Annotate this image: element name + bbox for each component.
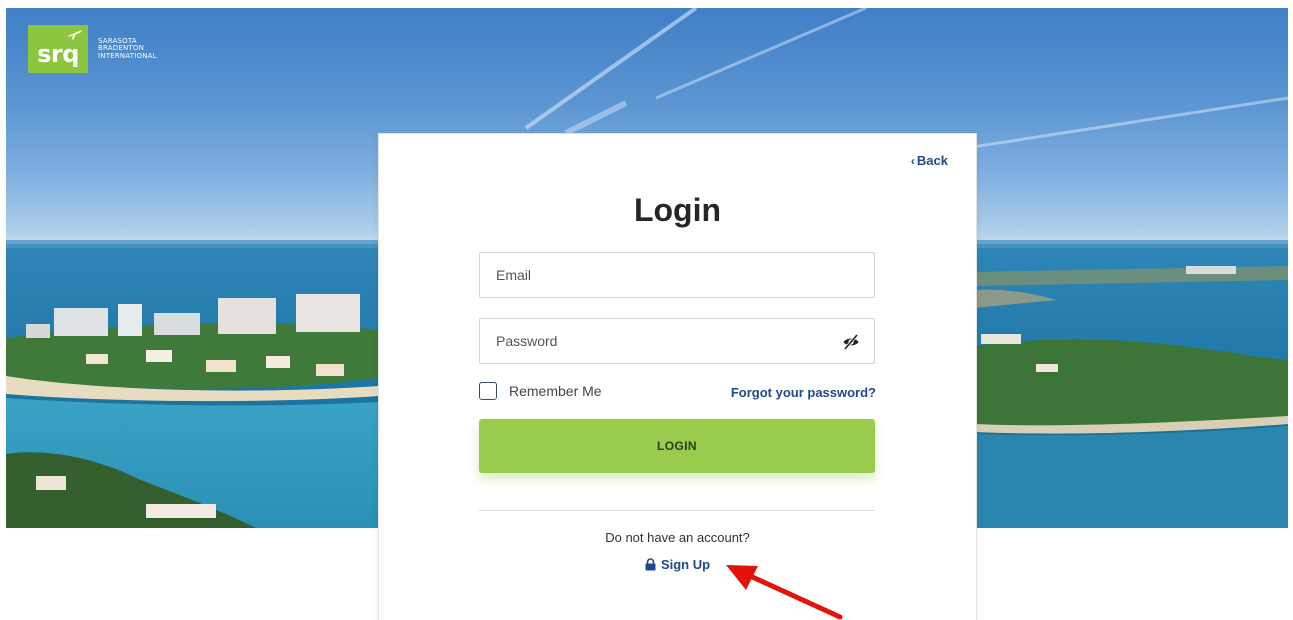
page: srq SARASOTA BRADENTON INTERNATIONAL ‹ Ba… bbox=[0, 0, 1293, 620]
sign-up-label: Sign Up bbox=[660, 557, 711, 572]
back-link[interactable]: ‹ Back bbox=[911, 153, 948, 168]
sign-up-link[interactable]: Sign Up bbox=[379, 557, 976, 572]
page-title: Login bbox=[633, 192, 722, 228]
remember-me-checkbox[interactable]: Remember Me bbox=[479, 382, 602, 400]
remember-me-label: Remember Me bbox=[509, 383, 602, 399]
login-button[interactable]: LOGIN bbox=[479, 419, 875, 473]
password-field bbox=[479, 318, 875, 364]
lock-icon bbox=[645, 558, 656, 571]
password-input[interactable] bbox=[480, 319, 874, 363]
chevron-left-icon: ‹ bbox=[910, 154, 915, 168]
red-arrow-annotation bbox=[726, 565, 843, 620]
remember-me-box[interactable] bbox=[479, 382, 497, 400]
email-input[interactable] bbox=[480, 253, 874, 297]
logo-mark-text: srq bbox=[37, 40, 79, 68]
login-card: ‹Back Login Remember Me Forgot your pass… bbox=[378, 133, 977, 620]
divider bbox=[479, 510, 875, 511]
email-field bbox=[479, 252, 875, 298]
airplane-icon bbox=[68, 30, 82, 40]
srq-logo: srq SARASOTA BRADENTON INTERNATIONAL bbox=[28, 25, 157, 73]
eye-slash-icon[interactable] bbox=[842, 333, 860, 351]
no-account-text: Do not have an account? bbox=[605, 530, 750, 545]
logo-wordmark: SARASOTA BRADENTON INTERNATIONAL bbox=[98, 37, 157, 61]
back-label: Back bbox=[916, 153, 948, 168]
logo-line-3: INTERNATIONAL bbox=[98, 51, 157, 60]
forgot-password-link[interactable]: Forgot your password? bbox=[731, 385, 876, 400]
logo-mark: srq bbox=[28, 25, 88, 73]
